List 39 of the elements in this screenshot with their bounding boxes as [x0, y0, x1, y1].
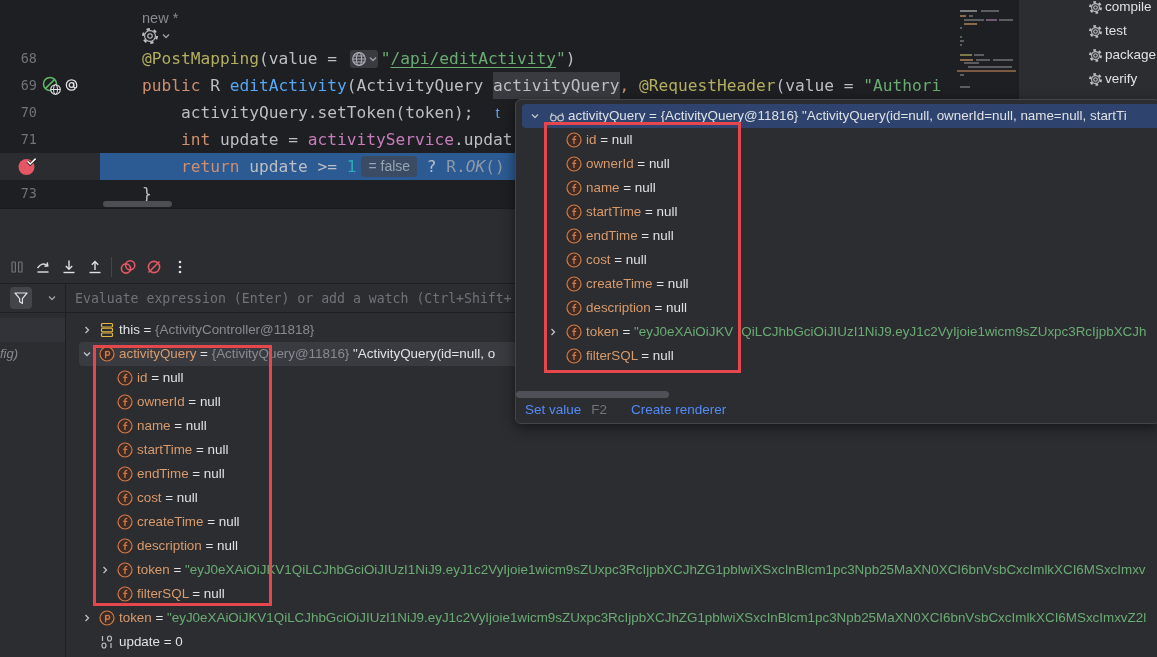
variable-text: id = null — [586, 130, 633, 149]
code-text: int update = activityService.updat — [181, 129, 513, 151]
code-text: activityQuery.setToken(token); — [181, 102, 474, 124]
line-number: 68 — [20, 49, 37, 68]
variable-text: cost = null — [137, 488, 198, 507]
variable-text: endTime = null — [137, 464, 225, 483]
code-text: @PostMapping(value = — [142, 48, 338, 70]
code-text: public R editActivity(ActivityQuery activityQuery, @RequestHeader(value = "Authori — [142, 72, 942, 99]
variable-text: name = null — [586, 178, 656, 197]
variable-text: filterSQL = null — [137, 584, 225, 603]
line-number: 71 — [20, 130, 37, 149]
variable-text: filterSQL = null — [586, 346, 674, 365]
shortcut-hint: F2 — [591, 401, 608, 420]
inline-value-hint: = false — [361, 156, 418, 177]
code-text: "/api/editActivity") — [380, 48, 576, 70]
variable-text: id = null — [137, 368, 184, 387]
line-number: 70 — [20, 103, 37, 122]
author-hint: new * — [142, 9, 179, 27]
inline-value-hint: t — [495, 103, 500, 123]
variable-text: createTime = null — [137, 512, 240, 531]
variable-text: endTime = null — [586, 226, 674, 245]
variable-text: token = "eyJ0eXAiOiJKV1QiLCJhbGciOiJIUzI1NiJ9.eyJ1c2VyIjoie1wicm9sZUxpc3RcIjpbXCJhZG1pblwiXSxcInBlcm1pc3Npb25MaXN0XCI6bnVsbCxcImlkXCI6MSxcImxvZ2l — [119, 608, 1147, 627]
variable-text: createTime = null — [586, 274, 689, 293]
code-text: ? R.OK() — [425, 156, 505, 178]
variable-text: cost = null — [586, 250, 647, 269]
variable-text: activityQuery = {ActivityQuery@11816} "ActivityQuery(id=null, ownerId=null, name=null, startTi — [568, 106, 1127, 125]
variable-text: name = null — [137, 416, 207, 435]
variable-text: description = null — [137, 536, 238, 555]
variable-text: update = 0 — [119, 632, 183, 651]
variable-text: startTime = null — [137, 440, 229, 459]
variable-text: ownerId = null — [586, 154, 670, 173]
variable-text: startTime = null — [586, 202, 678, 221]
variable-text: token = "eyJ0eXAiOiJKV QiLCJhbGciOiJIUzI1NiJ9.eyJ1c2VyIjoie1wicm9sZUxpc3RcIjpbXCJh — [586, 322, 1147, 341]
variable-text: ownerId = null — [137, 392, 221, 411]
variable-text: this = {ActivityController@11818} — [119, 320, 315, 339]
code-text: return update >= 1 — [181, 156, 357, 178]
variable-text: description = null — [586, 298, 687, 317]
line-number: 73 — [20, 184, 37, 203]
line-number: 69 — [20, 76, 37, 95]
